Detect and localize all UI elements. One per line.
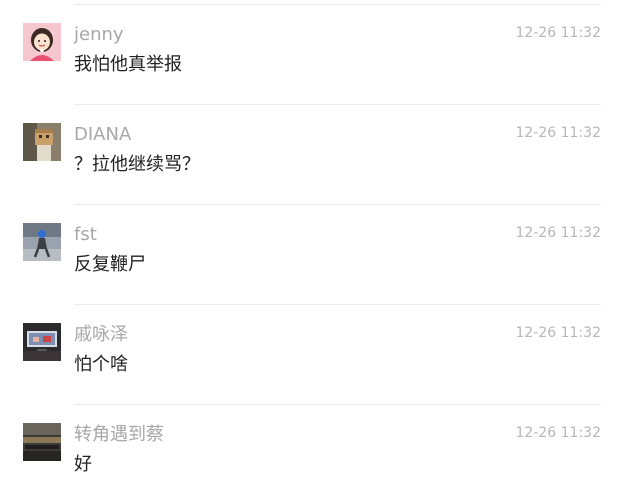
comment-text: ？拉他继续骂？ <box>74 154 200 175</box>
comment-item: jenny 12-26 11:32 我怕他真举报 <box>0 4 620 105</box>
user-avatar[interactable] <box>23 423 61 461</box>
comment-text: 怕个啥 <box>74 354 128 375</box>
user-avatar[interactable] <box>23 123 61 161</box>
user-avatar[interactable] <box>23 323 61 361</box>
username[interactable]: DIANA <box>74 124 131 146</box>
comment-item: 转角遇到蔡 12-26 11:32 好 <box>0 404 620 504</box>
comment-text: 我怕他真举报 <box>74 54 182 75</box>
comment-item: 戚咏泽 12-26 11:32 怕个啥 <box>0 304 620 405</box>
comment-item: DIANA 12-26 11:32 ？拉他继续骂？ <box>0 104 620 205</box>
timestamp: 12-26 11:32 <box>515 425 601 441</box>
username[interactable]: 戚咏泽 <box>74 324 128 346</box>
username[interactable]: jenny <box>74 24 124 46</box>
timestamp: 12-26 11:32 <box>515 325 601 341</box>
user-avatar[interactable] <box>23 223 61 261</box>
timestamp: 12-26 11:32 <box>515 25 601 41</box>
user-avatar[interactable] <box>23 23 61 61</box>
comment-item: fst 12-26 11:32 反复鞭尸 <box>0 204 620 305</box>
comment-list: jenny 12-26 11:32 我怕他真举报 DIANA 12-26 11:… <box>0 4 620 504</box>
timestamp: 12-26 11:32 <box>515 225 601 241</box>
timestamp: 12-26 11:32 <box>515 125 601 141</box>
username[interactable]: fst <box>74 224 97 246</box>
comment-text: 好 <box>74 454 92 475</box>
comment-text: 反复鞭尸 <box>74 254 146 275</box>
username[interactable]: 转角遇到蔡 <box>74 424 164 446</box>
